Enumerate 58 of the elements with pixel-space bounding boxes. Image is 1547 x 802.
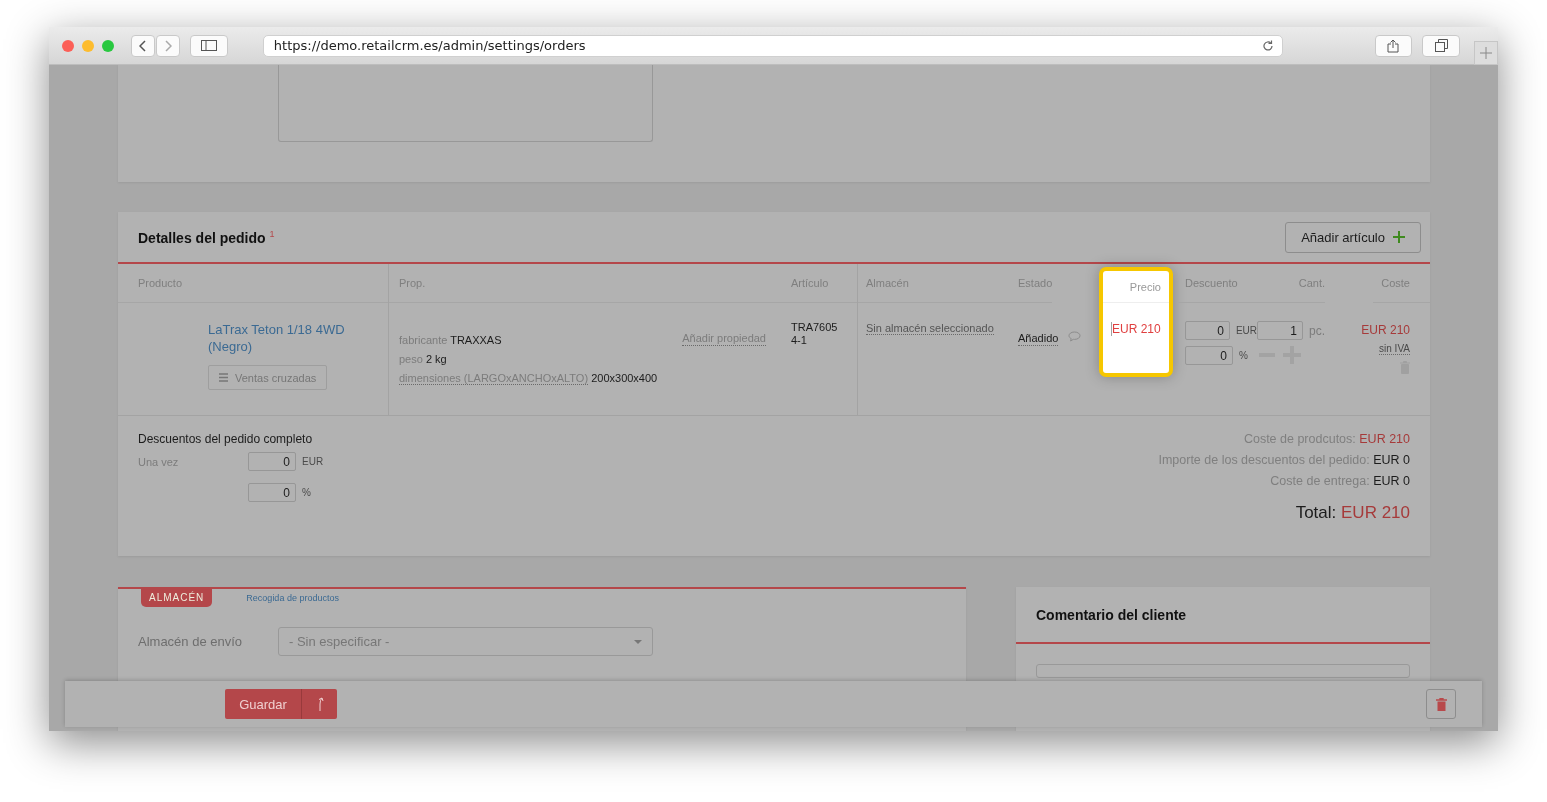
sidebar-button[interactable] bbox=[190, 34, 228, 57]
tabs-button[interactable] bbox=[1422, 34, 1461, 57]
product-link[interactable]: LaTrax Teton 1/18 4WD (Negro) bbox=[208, 321, 358, 355]
status-link[interactable]: Añadido bbox=[1018, 331, 1059, 346]
grand-total-label: Total: bbox=[1295, 503, 1337, 522]
field-label: Almacén de envío bbox=[138, 634, 244, 649]
vat-link[interactable]: sin IVA bbox=[1379, 343, 1410, 355]
total-value: EUR 0 bbox=[1373, 453, 1410, 467]
sidebar-icon bbox=[200, 40, 217, 51]
back-button[interactable] bbox=[131, 34, 155, 57]
back-icon bbox=[139, 39, 147, 52]
grand-total-value: EUR 210 bbox=[1341, 503, 1410, 522]
discounts-title: Descuentos del pedido completo bbox=[138, 432, 314, 446]
zoom-button[interactable] bbox=[102, 39, 114, 52]
order-discount-percent-field[interactable]: 0 bbox=[248, 483, 296, 502]
property-value: 2 kg bbox=[425, 353, 447, 365]
reload-icon[interactable] bbox=[1261, 39, 1274, 52]
add-item-button[interactable]: Añadir artículo bbox=[1285, 221, 1421, 253]
section-tab[interactable]: ALMACÉN bbox=[141, 589, 213, 607]
column-header: Precio bbox=[1103, 271, 1169, 303]
forward-button[interactable] bbox=[156, 34, 180, 57]
section-tab[interactable]: Recogida de productos bbox=[246, 589, 339, 603]
delete-button[interactable] bbox=[1426, 689, 1456, 719]
minimize-button[interactable] bbox=[82, 39, 94, 52]
article-number: TRA7605 4-1 bbox=[791, 321, 839, 347]
comment-icon[interactable] bbox=[1068, 331, 1082, 342]
currency-label: EUR bbox=[302, 456, 324, 467]
share-button[interactable] bbox=[1374, 34, 1413, 57]
new-tab-button[interactable] bbox=[1474, 40, 1498, 65]
trash-icon bbox=[1435, 697, 1447, 711]
share-icon bbox=[1387, 38, 1400, 53]
quantity-field[interactable]: 1 bbox=[1257, 321, 1303, 340]
caret-icon bbox=[634, 639, 642, 644]
total-value: EUR 0 bbox=[1373, 474, 1410, 488]
save-options-button[interactable] bbox=[301, 689, 337, 719]
save-button[interactable]: Guardar bbox=[225, 689, 301, 719]
plus-icon bbox=[1480, 46, 1493, 59]
tabs-icon bbox=[1434, 39, 1448, 52]
plus-icon bbox=[1393, 231, 1405, 243]
section-title: Comentario del cliente bbox=[1036, 606, 1187, 623]
text-area[interactable] bbox=[278, 65, 653, 142]
list-icon bbox=[219, 373, 228, 382]
property-value: TRAXXAS bbox=[450, 334, 502, 346]
currency-label: EUR bbox=[1235, 325, 1257, 336]
forward-icon bbox=[164, 39, 172, 52]
discount-percent-field[interactable]: 0 bbox=[1185, 346, 1233, 365]
address-field[interactable]: https://demo.retailcrm.es/admin/settings/orders bbox=[262, 34, 1283, 57]
close-button[interactable] bbox=[62, 39, 74, 52]
property-value: 200x300x400 bbox=[591, 372, 658, 384]
percent-label: % bbox=[1239, 350, 1248, 361]
section-title: Detalles del pedido $^{1}$ bbox=[138, 228, 275, 246]
warehouse-link[interactable]: Sin almacén seleccionado bbox=[866, 322, 994, 335]
order-discount-amount-field[interactable]: 0 bbox=[248, 452, 296, 471]
total-value: EUR 210 bbox=[1359, 432, 1410, 446]
cost-value: EUR 210 bbox=[1361, 323, 1410, 337]
percent-label: % bbox=[302, 487, 311, 498]
discount-amount-field[interactable]: 0 bbox=[1185, 321, 1230, 340]
price-value: EUR 210 bbox=[1111, 322, 1161, 336]
